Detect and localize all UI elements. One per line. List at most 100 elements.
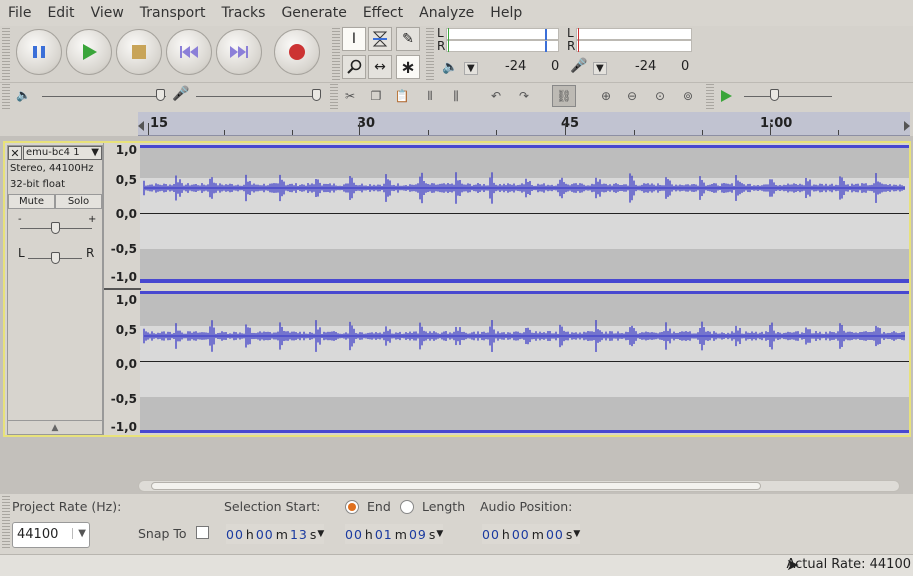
silence-button[interactable]: ⫼ xyxy=(444,85,468,107)
zoom-out-button[interactable]: ⊖ xyxy=(620,85,644,107)
mixer-toolbar-grip[interactable] xyxy=(2,84,10,110)
record-meter-left[interactable] xyxy=(576,28,692,40)
waveform-right xyxy=(143,320,905,352)
track-control-panel[interactable]: ✕ emu-bc4 1 ▼ Stereo, 44100Hz 32-bit flo… xyxy=(7,145,103,435)
selection-start-time[interactable]: 00 h 00 m 13 s ▼ xyxy=(226,524,325,544)
fit-selection-button[interactable]: ⊙ xyxy=(648,85,672,107)
play-at-speed-button[interactable] xyxy=(714,85,738,107)
selection-tool[interactable]: I xyxy=(342,27,366,51)
draw-tool[interactable]: ✎ xyxy=(396,27,420,51)
tools-toolbar-grip[interactable] xyxy=(332,28,340,80)
menu-edit[interactable]: Edit xyxy=(39,0,82,26)
horizontal-scrollbar[interactable] xyxy=(138,480,900,492)
record-button[interactable] xyxy=(274,29,320,75)
trim-button[interactable]: ⦀ xyxy=(418,85,442,107)
zoom-in-icon: ⊕ xyxy=(600,89,612,103)
chevron-down-icon[interactable]: ▼ xyxy=(436,529,443,539)
play-speed-slider[interactable] xyxy=(744,96,832,97)
menu-generate[interactable]: Generate xyxy=(273,0,354,26)
selection-end-time[interactable]: 00 h 01 m 09 s ▼ xyxy=(345,524,444,544)
selection-toolbar-grip[interactable] xyxy=(2,496,10,550)
menu-tracks[interactable]: Tracks xyxy=(214,0,274,26)
edit-toolbar-grip[interactable] xyxy=(330,84,338,110)
project-rate-label: Project Rate (Hz): xyxy=(12,499,122,514)
ruler-label-45: 45 xyxy=(561,116,580,131)
mute-button[interactable]: Mute xyxy=(8,194,55,209)
waveform-channel-right[interactable] xyxy=(140,291,909,433)
scrollbar-thumb[interactable] xyxy=(151,482,761,490)
output-volume-thumb[interactable] xyxy=(156,89,165,101)
track-area[interactable]: ✕ emu-bc4 1 ▼ Stereo, 44100Hz 32-bit flo… xyxy=(0,136,913,494)
output-volume-slider[interactable] xyxy=(42,96,166,97)
scale-label-top-1: 1,0 xyxy=(115,143,137,157)
menu-effect[interactable]: Effect xyxy=(355,0,411,26)
audio-track[interactable]: ✕ emu-bc4 1 ▼ Stereo, 44100Hz 32-bit flo… xyxy=(3,141,911,437)
solo-button[interactable]: Solo xyxy=(55,194,102,209)
collapse-track-button[interactable]: ▲ xyxy=(8,420,102,434)
speaker-icon: 🔈 xyxy=(442,60,459,75)
input-volume-slider[interactable] xyxy=(196,96,320,97)
record-meter-l-label: L xyxy=(567,26,574,40)
gain-thumb[interactable] xyxy=(51,222,60,234)
zoom-tool-icon xyxy=(347,59,362,74)
microphone-icon: 🎤 xyxy=(570,58,588,74)
pause-button[interactable] xyxy=(16,29,62,75)
skip-start-icon xyxy=(180,46,198,58)
menu-transport[interactable]: Transport xyxy=(132,0,214,26)
track-name-menu[interactable]: emu-bc4 1 ▼ xyxy=(23,146,102,160)
play-at-speed-toolbar-grip[interactable] xyxy=(706,84,714,110)
chevron-down-icon[interactable]: ▼ xyxy=(317,529,324,539)
length-radio[interactable] xyxy=(400,500,414,514)
skip-start-button[interactable] xyxy=(166,29,212,75)
sync-lock-button[interactable]: ⛓ xyxy=(552,85,576,107)
meter-toolbar-grip[interactable] xyxy=(426,28,434,80)
audio-position-time[interactable]: 00 h 00 m 00 s ▼ xyxy=(482,524,581,544)
multi-tool[interactable]: ∗ xyxy=(396,55,420,79)
fit-project-button[interactable]: ⊚ xyxy=(676,85,700,107)
timeshift-tool[interactable]: ↔ xyxy=(368,55,392,79)
vertical-ruler[interactable]: 1,0 0,5 0,0 -0,5 -1,0 1,0 0,5 0,0 -0,5 -… xyxy=(103,143,141,435)
playback-meter-r-label: R xyxy=(437,39,446,53)
copy-button[interactable]: ❐ xyxy=(364,85,388,107)
length-radio-label: Length xyxy=(422,499,466,514)
close-icon: ✕ xyxy=(10,146,20,160)
cut-button[interactable]: ✂ xyxy=(338,85,362,107)
play-button[interactable] xyxy=(66,29,112,75)
timeline-ruler[interactable]: 15 30 45 1:00 xyxy=(0,112,913,136)
record-meter-dropdown[interactable]: ▼ xyxy=(593,62,607,75)
chevron-down-icon[interactable]: ▼ xyxy=(573,529,580,539)
menu-file[interactable]: File xyxy=(0,0,39,26)
zoom-tool[interactable] xyxy=(342,55,366,79)
stop-button[interactable] xyxy=(116,29,162,75)
paste-button[interactable]: 📋 xyxy=(390,85,414,107)
zoom-in-button[interactable]: ⊕ xyxy=(594,85,618,107)
undo-button[interactable]: ↶ xyxy=(484,85,508,107)
play-speed-thumb[interactable] xyxy=(770,89,779,101)
playback-meter-dropdown[interactable]: ▼ xyxy=(464,62,478,75)
input-volume-thumb[interactable] xyxy=(312,89,321,101)
selection-toolbar: Project Rate (Hz): 44100 ▼ Snap To Selec… xyxy=(0,494,913,554)
track-format-bits: 32-bit float xyxy=(10,179,66,190)
record-meter-right[interactable] xyxy=(576,40,692,52)
status-bar: Actual Rate: 44100 ➤ xyxy=(0,554,913,576)
end-radio[interactable] xyxy=(345,500,359,514)
timeline-track[interactable]: 15 30 45 1:00 xyxy=(138,112,910,136)
project-rate-combo[interactable]: 44100 ▼ xyxy=(12,522,90,548)
playback-meter-right[interactable] xyxy=(446,40,559,52)
redo-button[interactable]: ↷ xyxy=(512,85,536,107)
waveform-channel-left[interactable] xyxy=(140,145,909,283)
transport-toolbar-grip[interactable] xyxy=(2,28,10,80)
scale-label-top-m1: -1,0 xyxy=(110,270,137,284)
snap-to-checkbox[interactable] xyxy=(196,526,209,539)
envelope-tool[interactable] xyxy=(368,27,392,51)
playback-meter-left[interactable] xyxy=(446,28,559,40)
output-volume-icon: 🔈 xyxy=(16,88,31,102)
menu-analyze[interactable]: Analyze xyxy=(411,0,482,26)
menu-view[interactable]: View xyxy=(83,0,132,26)
skip-end-button[interactable] xyxy=(216,29,262,75)
pan-thumb[interactable] xyxy=(51,252,60,264)
trim-icon: ⦀ xyxy=(427,88,433,103)
close-track-button[interactable]: ✕ xyxy=(8,146,22,160)
menu-help[interactable]: Help xyxy=(482,0,530,26)
pan-left-label: L xyxy=(18,246,25,260)
